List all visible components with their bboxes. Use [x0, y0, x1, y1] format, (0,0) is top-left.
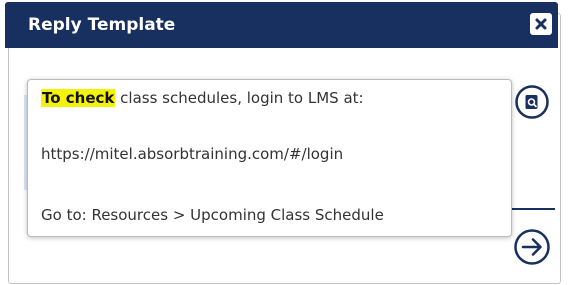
template-line-3: Go to: Resources > Upcoming Class Schedu…	[41, 206, 384, 224]
dialog-title-bar: Reply Template	[5, 2, 558, 48]
next-button[interactable]	[513, 228, 551, 266]
template-line-1: To check class schedules, login to LMS a…	[41, 88, 364, 108]
highlighted-text: To check	[41, 89, 116, 107]
line-1-text: class schedules, login to LMS at:	[115, 89, 364, 107]
dialog-title: Reply Template	[28, 15, 176, 35]
copy-search-icon	[515, 85, 549, 119]
template-text-area[interactable]: To check class schedules, login to LMS a…	[27, 79, 512, 237]
copy-template-button[interactable]	[514, 84, 550, 120]
template-line-2: https://mitel.absorbtraining.com/#/login	[41, 145, 344, 163]
arrow-right-circle-icon	[514, 229, 550, 265]
close-icon	[535, 18, 547, 30]
side-divider	[512, 208, 555, 210]
close-button[interactable]	[530, 13, 552, 35]
